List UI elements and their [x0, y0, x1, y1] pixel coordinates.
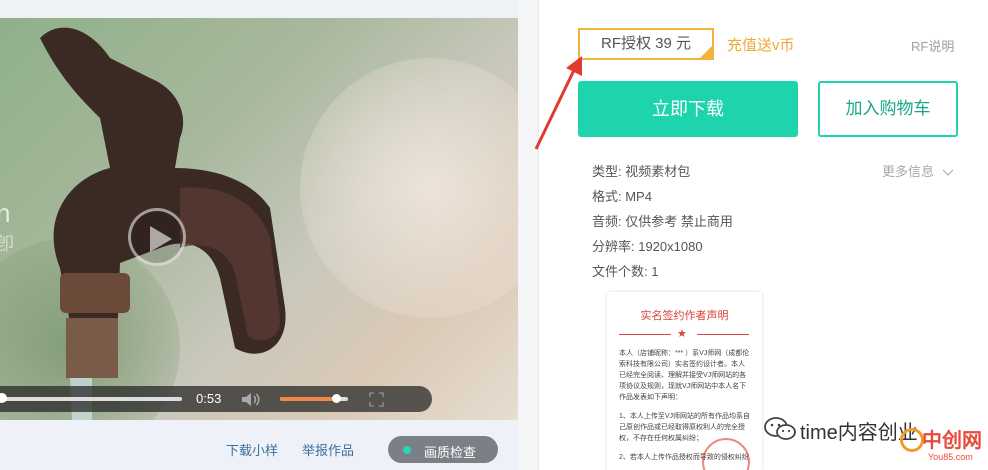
page-root: n 卽 0:53 下载小样 举报作品 画质检查 RF授权 39 元 充值送v币 … [0, 0, 988, 470]
chevron-down-icon [942, 169, 954, 176]
more-info-toggle[interactable]: 更多信息 [882, 161, 954, 180]
author-statement-document[interactable]: 实名签约作者声明 ★ 本人（店铺昵称：*** ）系VJ师网（成都伦索科技有限公司… [607, 292, 762, 470]
download-now-button[interactable]: 立即下载 [578, 81, 798, 137]
volume-handle[interactable] [331, 394, 341, 403]
report-work-link[interactable]: 举报作品 [302, 440, 354, 459]
wechat-icon [764, 417, 796, 440]
video-player[interactable]: n 卽 [0, 18, 518, 420]
play-icon [150, 226, 172, 252]
title-rule-right [697, 334, 749, 335]
faucet-image [40, 27, 286, 420]
video-watermark: n [0, 198, 11, 228]
site-logo: 中创网 You85.com [898, 424, 984, 466]
fullscreen-icon[interactable] [369, 392, 384, 407]
meta-file-count: 文件个数: 1 [592, 264, 659, 279]
status-dot-icon [403, 446, 411, 454]
video-watermark-sub: 卽 [0, 234, 14, 254]
rf-license-price: RF授权 39 元 [600, 35, 691, 52]
document-title: 实名签约作者声明 [640, 310, 729, 322]
meta-type: 类型: 视频素材包 [592, 164, 691, 179]
rf-explain-link[interactable]: RF说明 [911, 36, 954, 55]
progress-handle[interactable] [0, 393, 7, 403]
add-to-cart-button[interactable]: 加入购物车 [818, 81, 958, 137]
play-button[interactable] [128, 208, 186, 266]
video-panel: n 卽 0:53 下载小样 举报作品 画质检查 [0, 0, 518, 470]
logo-ring-icon [900, 428, 924, 452]
rf-license-badge[interactable]: RF授权 39 元 [578, 28, 714, 60]
info-panel: RF授权 39 元 充值送v币 RF说明 立即下载 加入购物车 类型: 视频素材… [539, 0, 988, 470]
site-logo-text: 中创网 [922, 430, 982, 452]
download-sample-link[interactable]: 下载小样 [226, 440, 278, 459]
meta-resolution: 分辨率: 1920x1080 [592, 239, 703, 254]
quality-check-button[interactable]: 画质检查 [388, 436, 498, 463]
more-info-label: 更多信息 [882, 164, 935, 179]
document-paragraph: 本人（店铺昵称：*** ）系VJ师网（成都伦索科技有限公司）实名签约设计者。本人… [619, 350, 750, 401]
title-rule-left [619, 334, 671, 335]
video-controls: 0:53 [0, 386, 432, 412]
site-logo-url: You85.com [928, 452, 973, 462]
selected-corner-icon [700, 46, 712, 58]
video-actions-bar: 下载小样 举报作品 画质检查 [0, 420, 518, 470]
meta-audio: 音频: 仅供参考 禁止商用 [592, 214, 733, 229]
red-arrow-icon [534, 56, 582, 150]
volume-fill [280, 397, 336, 401]
progress-bar[interactable] [0, 393, 182, 403]
volume-slider[interactable] [280, 394, 348, 403]
volume-icon[interactable] [241, 392, 263, 407]
recharge-link[interactable]: 充值送v币 [727, 34, 795, 55]
meta-format: 格式: MP4 [592, 189, 652, 204]
time-display: 0:53 [196, 391, 222, 406]
star-icon: ★ [677, 328, 687, 340]
quality-check-label: 画质检查 [424, 445, 477, 460]
